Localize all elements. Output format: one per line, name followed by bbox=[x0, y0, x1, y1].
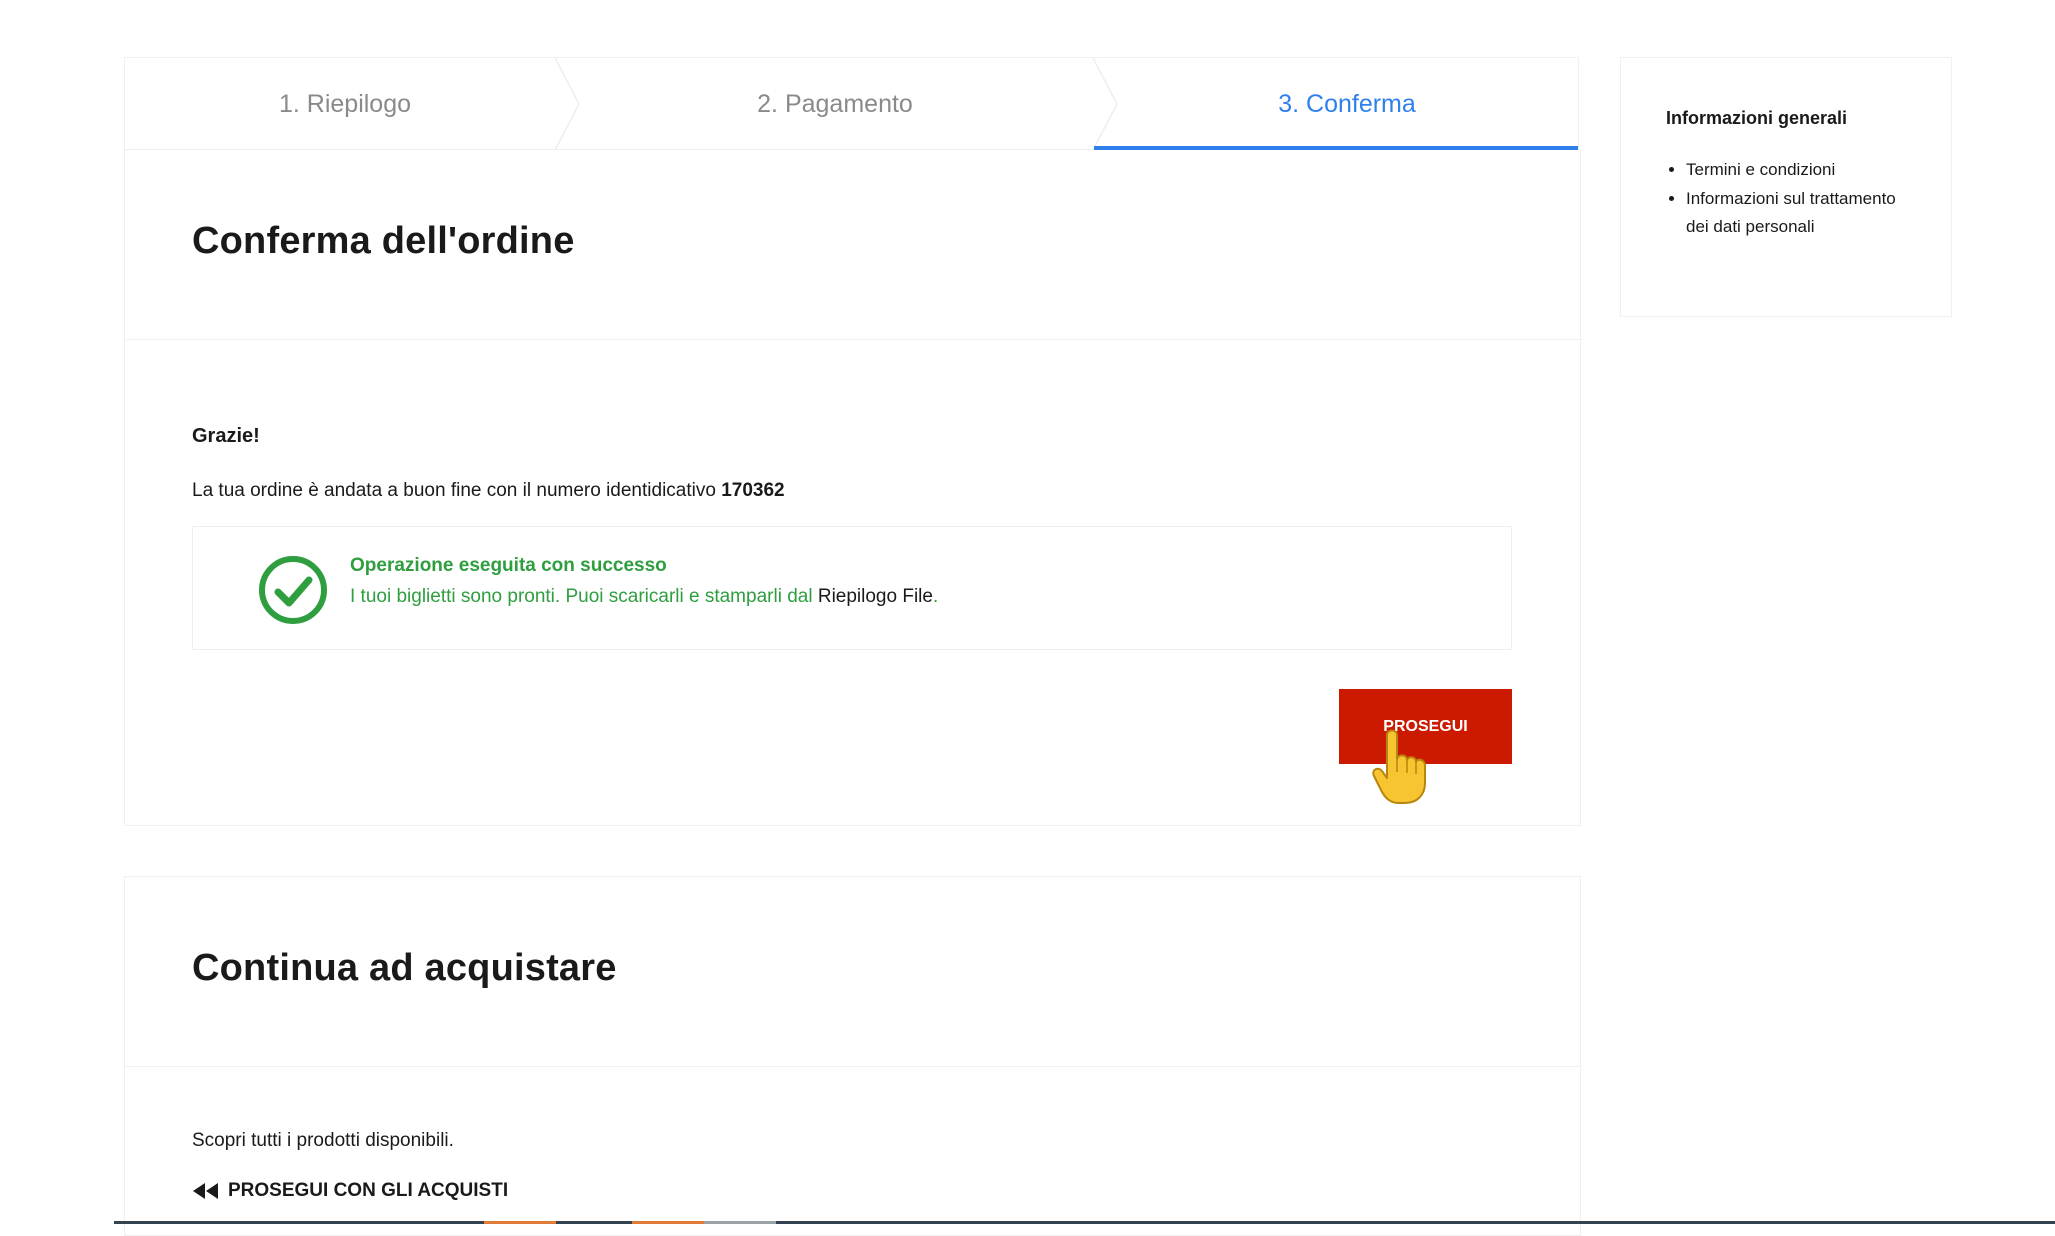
terms-link[interactable]: Termini e condizioni bbox=[1686, 156, 1916, 185]
success-text: I tuoi biglietti sono pronti. Puoi scari… bbox=[350, 586, 813, 607]
check-circle-icon bbox=[259, 556, 327, 624]
thanks-heading: Grazie! bbox=[192, 425, 260, 447]
step-conferma[interactable]: 3. Conferma bbox=[1115, 58, 1579, 150]
footer-accent bbox=[484, 1221, 556, 1224]
continue-shopping-link[interactable]: PROSEGUI CON GLI ACQUISTI bbox=[192, 1180, 508, 1202]
success-title: Operazione eseguita con successo bbox=[350, 555, 667, 576]
success-alert: Operazione eseguita con successo I tuoi … bbox=[192, 526, 1512, 650]
order-confirmation-card: Conferma dell'ordine Grazie! La tua ordi… bbox=[124, 150, 1581, 826]
step-label: 2. Pagamento bbox=[757, 89, 913, 118]
success-message: I tuoi biglietti sono pronti. Puoi scari… bbox=[350, 586, 938, 608]
step-label: 3. Conferma bbox=[1278, 89, 1416, 118]
step-label: 1. Riepilogo bbox=[278, 89, 412, 118]
success-end: . bbox=[932, 586, 939, 607]
continue-shopping-card: Continua ad acquistare Scopri tutti i pr… bbox=[124, 876, 1581, 1236]
privacy-link[interactable]: Informazioni sul trattamento dei dati pe… bbox=[1686, 185, 1916, 242]
order-number: 170362 bbox=[721, 480, 785, 501]
sidebar-title: Informazioni generali bbox=[1666, 108, 1848, 128]
footer-accent bbox=[632, 1221, 704, 1224]
checkout-steps: 1. Riepilogo 2. Pagamento 3. Conferma bbox=[124, 57, 1579, 150]
order-message: La tua ordine è andata a buon fine con i… bbox=[192, 480, 785, 502]
page-title: Conferma dell'ordine bbox=[192, 220, 575, 262]
divider bbox=[125, 1066, 1580, 1067]
continue-link-label: PROSEGUI CON GLI ACQUISTI bbox=[228, 1180, 509, 1201]
sidebar-links: Termini e condizioni Informazioni sul tr… bbox=[1666, 156, 1916, 242]
divider bbox=[125, 339, 1580, 340]
footer-accent bbox=[704, 1221, 776, 1224]
info-sidebar: Informazioni generali Termini e condizio… bbox=[1620, 57, 1952, 317]
order-text: La tua ordine è andata a buon fine con i… bbox=[192, 480, 716, 501]
step-riepilogo[interactable]: 1. Riepilogo bbox=[125, 58, 565, 150]
step-separator-icon bbox=[554, 58, 580, 150]
footer-border bbox=[114, 1221, 2055, 1224]
step-pagamento[interactable]: 2. Pagamento bbox=[580, 58, 1090, 150]
hand-pointer-icon bbox=[1372, 729, 1426, 804]
rewind-icon bbox=[193, 1183, 218, 1199]
riepilogo-file-link[interactable]: Riepilogo File bbox=[818, 586, 933, 607]
continue-title: Continua ad acquistare bbox=[192, 947, 617, 989]
discover-text: Scopri tutti i prodotti disponibili. bbox=[192, 1130, 454, 1151]
